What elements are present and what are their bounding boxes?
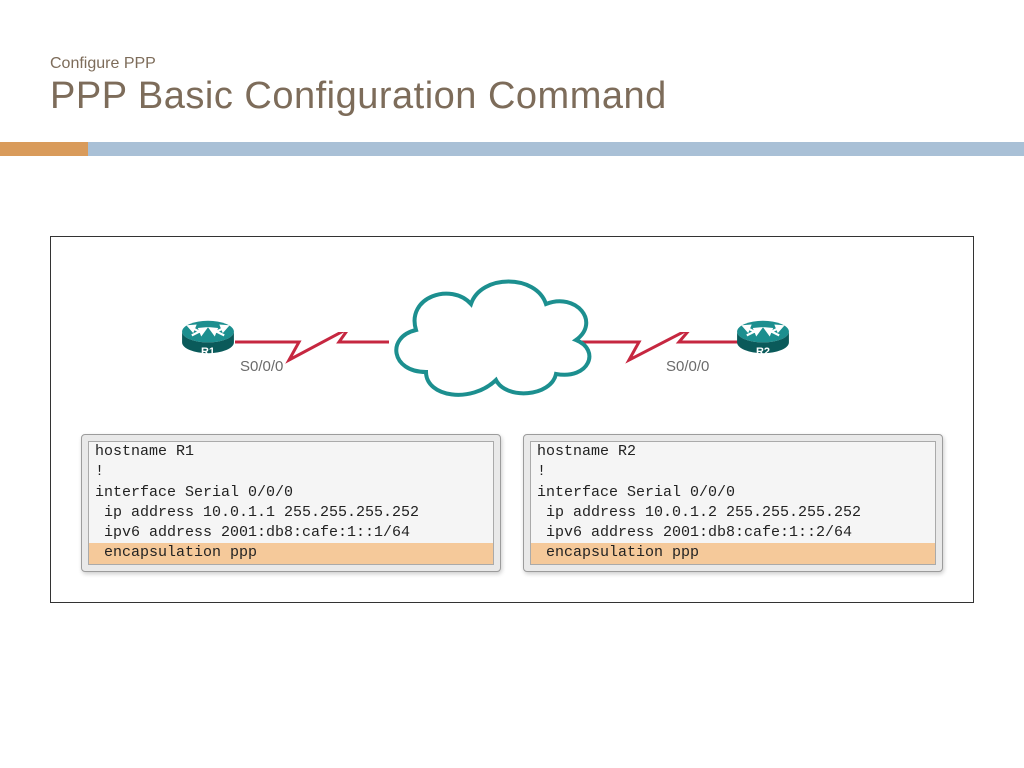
cfg-line: ipv6 address 2001:db8:cafe:1::1/64 (89, 523, 493, 543)
router-r2-icon: R2 (736, 318, 790, 356)
cfg-line: ip address 10.0.1.1 255.255.255.252 (89, 503, 493, 523)
diagram-frame: R1 S0/0/0 R2 S0/0/0 (50, 236, 974, 603)
slide-subtitle: Configure PPP (50, 55, 974, 73)
cfg-line: ! (531, 462, 935, 482)
wan-cloud-icon (371, 262, 606, 412)
cfg-line: hostname R1 (89, 442, 493, 462)
router-r2-label: R2 (736, 346, 790, 358)
config-box-r1: hostname R1 ! interface Serial 0/0/0 ip … (81, 434, 501, 572)
cfg-line: ! (89, 462, 493, 482)
accent-bar (0, 142, 1024, 156)
router-r1-icon: R1 (181, 318, 235, 356)
cfg-line: hostname R2 (531, 442, 935, 462)
network-topology: R1 S0/0/0 R2 S0/0/0 (81, 262, 943, 412)
router-r1-label: R1 (181, 346, 235, 358)
cfg-line-highlight: encapsulation ppp (89, 543, 493, 563)
interface-label-r1: S0/0/0 (240, 358, 283, 375)
config-row: hostname R1 ! interface Serial 0/0/0 ip … (81, 434, 943, 572)
interface-label-r2: S0/0/0 (666, 358, 709, 375)
cfg-line: ip address 10.0.1.2 255.255.255.252 (531, 503, 935, 523)
cfg-line: ipv6 address 2001:db8:cafe:1::2/64 (531, 523, 935, 543)
cfg-line: interface Serial 0/0/0 (89, 483, 493, 503)
cfg-line: interface Serial 0/0/0 (531, 483, 935, 503)
cfg-line-highlight: encapsulation ppp (531, 543, 935, 563)
slide-title: PPP Basic Configuration Command (50, 75, 974, 118)
config-box-r2: hostname R2 ! interface Serial 0/0/0 ip … (523, 434, 943, 572)
